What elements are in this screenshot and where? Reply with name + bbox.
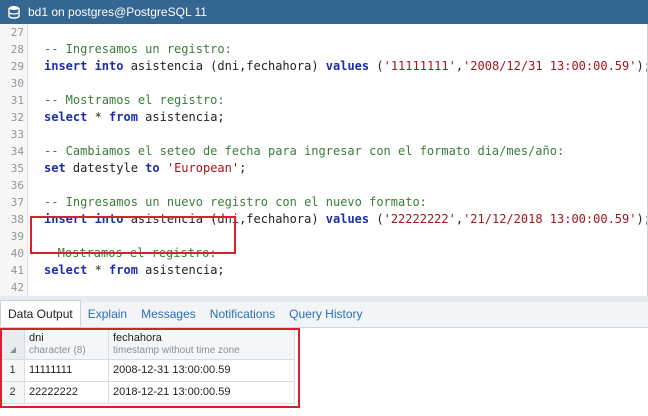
results-tab-bar: Data Output Explain Messages Notificatio… — [0, 300, 648, 328]
line-number: 29 — [10, 60, 24, 73]
code-line[interactable]: 35 set datestyle to 'European'; — [0, 160, 647, 177]
line-number: 41 — [10, 264, 24, 277]
code-token-plain: datestyle — [65, 161, 146, 175]
code-text: select * from asistencia; — [44, 109, 225, 126]
code-line[interactable]: 36 — [0, 177, 647, 194]
tab-messages[interactable]: Messages — [134, 301, 203, 327]
code-text: -- Cambiamos el seteo de fecha para ingr… — [44, 143, 564, 160]
code-token-plain: * — [87, 110, 110, 124]
code-line[interactable]: 30 — [0, 75, 647, 92]
code-token-plain: ); — [636, 212, 647, 226]
code-line[interactable]: 31 -- Mostramos el registro: — [0, 92, 647, 109]
line-number: 31 — [10, 94, 24, 107]
line-number: 36 — [10, 179, 24, 192]
code-text: -- Mostramos el registro: — [44, 92, 225, 109]
code-line[interactable]: 42 — [0, 279, 647, 296]
code-text: -- Ingresamos un nuevo registro con el n… — [44, 194, 427, 211]
code-token-kw: values — [325, 59, 370, 73]
code-line[interactable]: 33 — [0, 126, 647, 143]
tab-explain[interactable]: Explain — [81, 301, 134, 327]
line-number: 28 — [10, 43, 24, 56]
code-token-kw: values — [325, 212, 370, 226]
tab-notifications[interactable]: Notifications — [203, 301, 282, 327]
code-line[interactable]: 37 -- Ingresamos un nuevo registro con el… — [0, 194, 647, 211]
code-token-kw: to — [145, 161, 160, 175]
code-text: set datestyle to 'European'; — [44, 160, 246, 177]
line-number: 38 — [10, 213, 24, 226]
line-number: 42 — [10, 281, 24, 294]
window-title: bd1 on postgres@PostgreSQL 11 — [28, 5, 207, 19]
code-token-plain: asistencia; — [137, 263, 225, 277]
code-token-plain: , — [455, 59, 464, 73]
sql-editor[interactable]: 27 28 -- Ingresamos un registro: 29 insert i… — [0, 24, 648, 296]
code-token-plain: ( — [369, 212, 384, 226]
code-token-plain: , — [455, 212, 464, 226]
tab-data-output[interactable]: Data Output — [0, 300, 81, 327]
code-token-plain: ); — [636, 59, 647, 73]
code-token-kw: set — [44, 161, 66, 175]
code-token-comment: -- Cambiamos el seteo de fecha para ingr… — [44, 144, 565, 158]
code-line[interactable]: 28 -- Ingresamos un registro: — [0, 41, 647, 58]
line-number: 34 — [10, 145, 24, 158]
line-number: 32 — [10, 111, 24, 124]
window-titlebar: bd1 on postgres@PostgreSQL 11 — [0, 0, 648, 24]
code-text: insert into asistencia (dni,fechahora) v… — [44, 58, 647, 75]
line-number: 30 — [10, 77, 24, 90]
code-line[interactable]: 27 — [0, 24, 647, 41]
code-token-kw: select — [44, 110, 88, 124]
code-token-kw: from — [109, 110, 138, 124]
line-number: 27 — [10, 26, 24, 39]
line-number: 40 — [10, 247, 24, 260]
code-line[interactable]: 32 select * from asistencia; — [0, 109, 647, 126]
line-number: 33 — [10, 128, 24, 141]
code-token-plain: ; — [239, 161, 247, 175]
code-text: -- Ingresamos un registro: — [44, 41, 232, 58]
code-token-plain: asistencia; — [137, 110, 225, 124]
database-icon — [6, 4, 22, 20]
code-token-plain: asistencia (dni,fechahora) — [123, 59, 326, 73]
results-highlight-box — [0, 328, 300, 408]
code-line[interactable]: 41 select * from asistencia; — [0, 262, 647, 279]
code-token-plain: * — [87, 263, 110, 277]
code-token-plain: ( — [369, 59, 384, 73]
code-line[interactable]: 29 insert into asistencia (dni,fechahora)… — [0, 58, 647, 75]
code-token-kw: insert into — [44, 59, 124, 73]
code-text: select * from asistencia; — [44, 262, 225, 279]
code-token-str: '2008/12/31 13:00:00.59' — [463, 59, 637, 73]
code-token-str: 'European' — [166, 161, 240, 175]
code-token-kw: select — [44, 263, 88, 277]
code-token-str: '21/12/2018 13:00:00.59' — [463, 212, 637, 226]
code-token-str: '22222222' — [383, 212, 456, 226]
line-number: 35 — [10, 162, 24, 175]
code-line[interactable]: 34 -- Cambiamos el seteo de fecha para in… — [0, 143, 647, 160]
query-highlight-box — [30, 216, 236, 254]
tab-query-history[interactable]: Query History — [282, 301, 369, 327]
code-token-comment: -- Ingresamos un nuevo registro con el n… — [44, 195, 427, 209]
code-token-str: '11111111' — [383, 59, 456, 73]
line-number: 37 — [10, 196, 24, 209]
code-token-comment: -- Mostramos el registro: — [44, 93, 225, 107]
code-token-kw: from — [109, 263, 138, 277]
code-token-comment: -- Ingresamos un registro: — [44, 42, 232, 56]
line-number: 39 — [10, 230, 24, 243]
